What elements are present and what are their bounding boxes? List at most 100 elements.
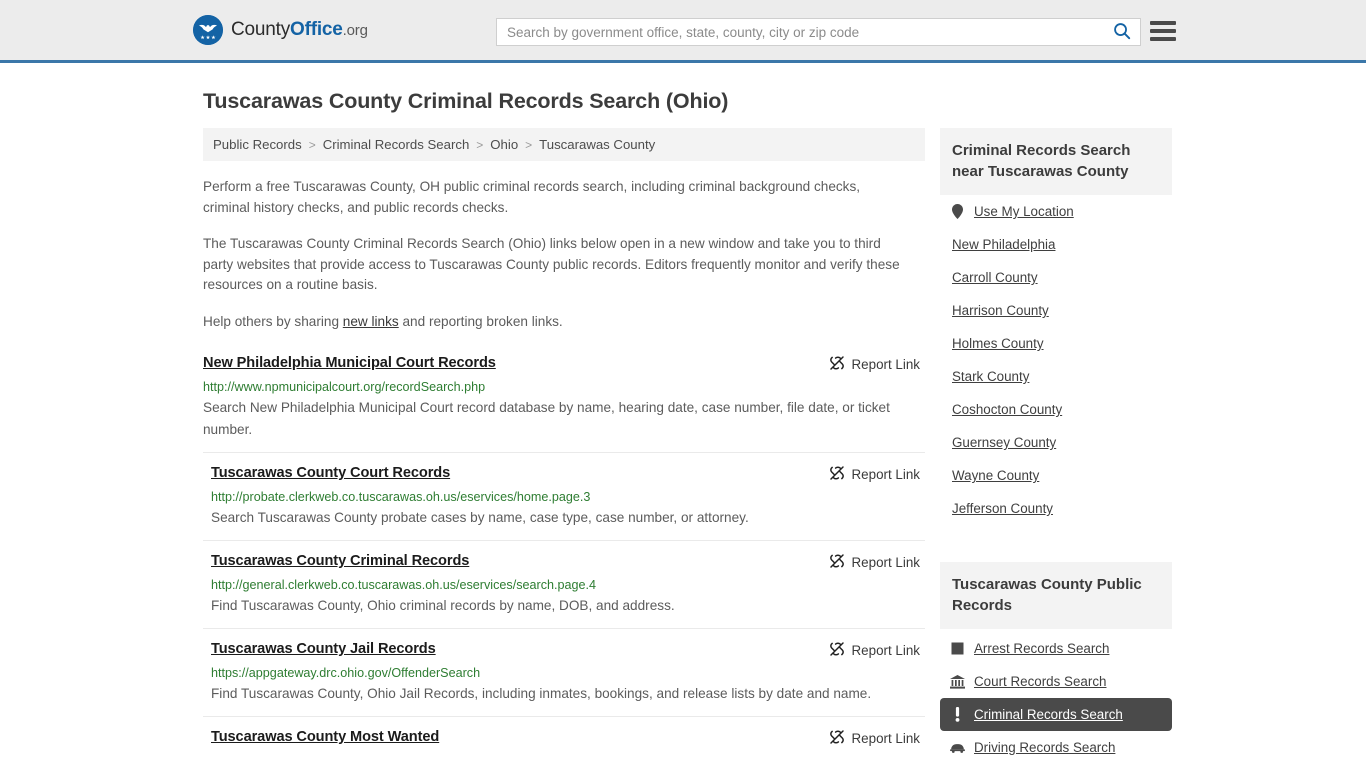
nearby-county-link[interactable]: Harrison County (940, 294, 1172, 327)
nearby-county-link[interactable]: Stark County (940, 360, 1172, 393)
breadcrumb-separator: > (476, 138, 483, 152)
list-item: Court Records Search (940, 665, 1172, 698)
result-item: Tuscarawas County Most Wanted Report Lin… (203, 716, 925, 759)
eagle-stars-logo-icon (193, 15, 223, 45)
use-my-location-link[interactable]: Use My Location (940, 195, 1172, 228)
result-item: Tuscarawas County Criminal Records Repor… (203, 540, 925, 628)
breadcrumb-item: Tuscarawas County (539, 137, 655, 152)
nearby-county-links: New Philadelphia Carroll County Harrison C… (940, 228, 1172, 525)
public-records-label: Driving Records Search (974, 740, 1115, 755)
result-title-link[interactable]: Tuscarawas County Jail Records (203, 641, 436, 657)
public-records-label: Arrest Records Search (974, 641, 1109, 656)
new-links-link[interactable]: new links (343, 314, 399, 329)
intro-paragraph-1: Perform a free Tuscarawas County, OH pub… (203, 177, 903, 218)
public-records-link[interactable]: Arrest Records Search (940, 632, 1172, 665)
report-link-button[interactable]: Report Link (829, 355, 925, 374)
result-title-link[interactable]: Tuscarawas County Most Wanted (203, 729, 439, 745)
list-item: Wayne County (940, 459, 1172, 492)
list-item: Jefferson County (940, 492, 1172, 525)
list-item: Coshocton County (940, 393, 1172, 426)
result-url-link[interactable]: https://appgateway.drc.ohio.gov/Offender… (203, 666, 925, 680)
list-item: Criminal Records Search (940, 698, 1172, 731)
nearby-records-title: Criminal Records Search near Tuscarawas … (940, 128, 1172, 195)
result-description: Find Tuscarawas County, Ohio Jail Record… (203, 683, 908, 705)
nearby-county-label: Wayne County (952, 468, 1039, 483)
result-title-link[interactable]: Tuscarawas County Court Records (203, 465, 450, 481)
report-link-button[interactable]: Report Link (829, 641, 925, 660)
broken-link-icon (829, 465, 845, 484)
list-item: Use My Location (940, 195, 1172, 228)
map-pin-icon (950, 204, 965, 219)
result-header: Tuscarawas County Jail Records Report Li… (203, 641, 925, 660)
nearby-county-link[interactable]: Guernsey County (940, 426, 1172, 459)
site-header: CountyOffice.org (0, 0, 1366, 63)
result-title-link[interactable]: New Philadelphia Municipal Court Records (203, 355, 496, 371)
nearby-county-label: Stark County (952, 369, 1029, 384)
result-header: Tuscarawas County Court Records Report L… (203, 465, 925, 484)
results-list: New Philadelphia Municipal Court Records… (203, 352, 925, 759)
report-link-label: Report Link (852, 643, 920, 658)
breadcrumb-item[interactable]: Ohio (490, 137, 518, 152)
nearby-records-box: Criminal Records Search near Tuscarawas … (940, 128, 1172, 525)
result-url-link[interactable]: http://probate.clerkweb.co.tuscarawas.oh… (203, 490, 925, 504)
nearby-county-link[interactable]: Carroll County (940, 261, 1172, 294)
nearby-county-link[interactable]: Holmes County (940, 327, 1172, 360)
magnifier-icon (1113, 22, 1131, 43)
report-link-label: Report Link (852, 555, 920, 570)
square-icon (950, 642, 965, 655)
public-records-link[interactable]: Criminal Records Search (940, 698, 1172, 731)
result-description: Search Tuscarawas County probate cases b… (203, 507, 908, 529)
breadcrumb-item[interactable]: Criminal Records Search (323, 137, 470, 152)
public-records-list: Arrest Records Search Court Records Searc… (940, 632, 1172, 764)
list-item: Driving Records Search (940, 731, 1172, 764)
result-description: Search New Philadelphia Municipal Court … (203, 397, 908, 441)
list-item: Carroll County (940, 261, 1172, 294)
report-link-button[interactable]: Report Link (829, 553, 925, 572)
report-link-label: Report Link (852, 357, 920, 372)
brand-wordmark: CountyOffice.org (231, 19, 368, 41)
result-url-link[interactable]: http://www.npmunicipalcourt.org/recordSe… (203, 380, 925, 394)
result-item: Tuscarawas County Jail Records Report Li… (203, 628, 925, 716)
result-header: New Philadelphia Municipal Court Records… (203, 355, 925, 374)
list-item: Guernsey County (940, 426, 1172, 459)
result-header: Tuscarawas County Most Wanted Report Lin… (203, 729, 925, 748)
menu-bar-2 (1150, 29, 1176, 33)
sidebar: Criminal Records Search near Tuscarawas … (940, 128, 1172, 764)
public-records-link[interactable]: Court Records Search (940, 665, 1172, 698)
hamburger-menu-button[interactable] (1150, 19, 1176, 43)
report-link-label: Report Link (852, 467, 920, 482)
public-records-link[interactable]: Driving Records Search (940, 731, 1172, 764)
result-url-link[interactable]: http://general.clerkweb.co.tuscarawas.oh… (203, 578, 925, 592)
result-item: New Philadelphia Municipal Court Records… (203, 352, 925, 452)
nearby-county-link[interactable]: New Philadelphia (940, 228, 1172, 261)
nearby-county-label: Guernsey County (952, 435, 1056, 450)
breadcrumb-item[interactable]: Public Records (213, 137, 302, 152)
intro-p3-before: Help others by sharing (203, 314, 343, 329)
nearby-county-link[interactable]: Coshocton County (940, 393, 1172, 426)
nearby-county-label: Jefferson County (952, 501, 1053, 516)
nearby-county-link[interactable]: Jefferson County (940, 492, 1172, 525)
report-link-button[interactable]: Report Link (829, 729, 925, 748)
broken-link-icon (829, 553, 845, 572)
nearby-records-list: Use My Location (940, 195, 1172, 228)
nearby-county-label: Coshocton County (952, 402, 1062, 417)
page-title: Tuscarawas County Criminal Records Searc… (203, 89, 1366, 114)
result-header: Tuscarawas County Criminal Records Repor… (203, 553, 925, 572)
list-item: Holmes County (940, 327, 1172, 360)
search-button[interactable] (1104, 19, 1140, 45)
car-icon (950, 742, 965, 753)
nearby-county-link[interactable]: Wayne County (940, 459, 1172, 492)
nearby-county-label: Holmes County (952, 336, 1044, 351)
broken-link-icon (829, 729, 845, 748)
public-records-label: Criminal Records Search (974, 707, 1123, 722)
search-input[interactable] (497, 19, 1104, 45)
menu-bar-1 (1150, 21, 1176, 25)
list-item: Arrest Records Search (940, 632, 1172, 665)
public-records-label: Court Records Search (974, 674, 1106, 689)
public-records-title: Tuscarawas County Public Records (940, 562, 1172, 629)
report-link-button[interactable]: Report Link (829, 465, 925, 484)
site-logo-link[interactable]: CountyOffice.org (193, 15, 368, 45)
nearby-county-label: Carroll County (952, 270, 1038, 285)
courthouse-icon (950, 675, 965, 689)
result-title-link[interactable]: Tuscarawas County Criminal Records (203, 553, 469, 569)
